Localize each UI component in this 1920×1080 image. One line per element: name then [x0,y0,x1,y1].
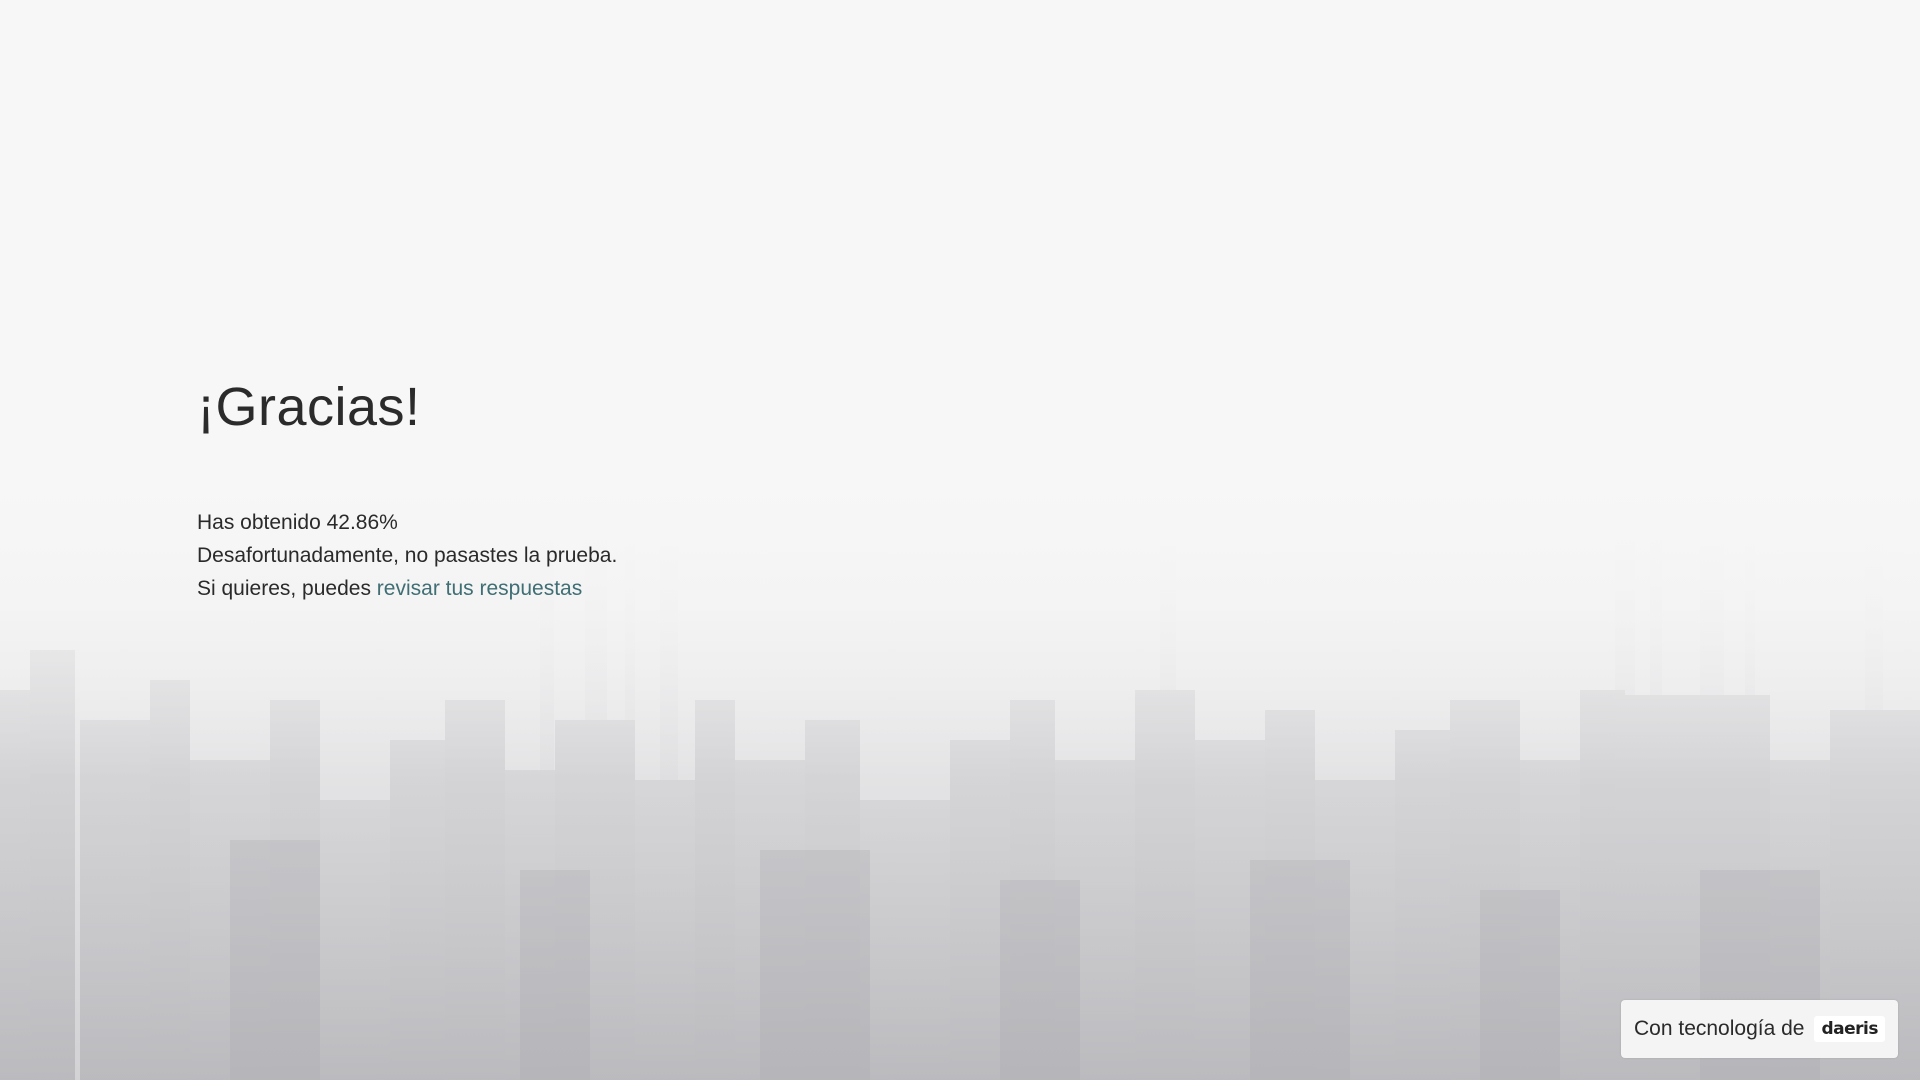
review-answers-link[interactable]: revisar tus respuestas [377,577,582,600]
daeris-logo: daeris [1814,1016,1885,1042]
review-line: Si quieres, puedes revisar tus respuesta… [197,572,1097,605]
review-prefix: Si quieres, puedes [197,577,377,600]
powered-by-badge[interactable]: Con tecnología de daeris [1621,1000,1898,1058]
powered-by-label: Con tecnología de [1634,1017,1805,1040]
results-panel: ¡Gracias! Has obtenido 42.86% Desafortun… [197,372,1097,605]
score-text: Has obtenido 42.86% [197,511,398,534]
result-text: Desafortunadamente, no pasastes la prueb… [197,544,618,567]
results-text: Has obtenido 42.86% Desafortunadamente, … [197,506,1097,605]
page-title: ¡Gracias! [197,377,421,437]
